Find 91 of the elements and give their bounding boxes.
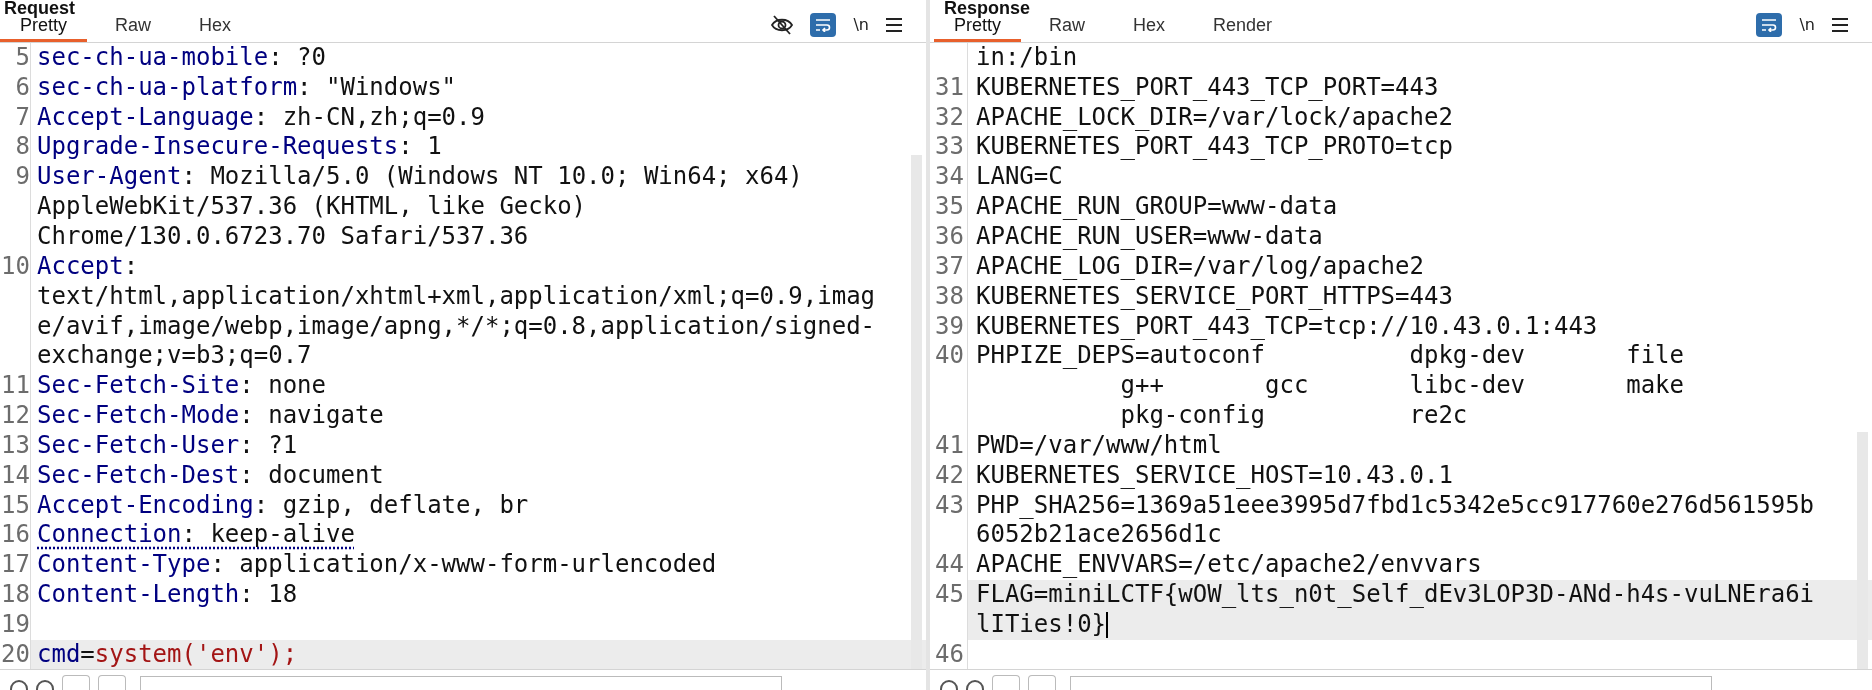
code-line: KUBERNETES_SERVICE_PORT_HTTPS=443 — [976, 281, 1453, 312]
tab[interactable]: Hex — [1113, 8, 1186, 42]
line-number: 34 — [935, 162, 964, 193]
code-line: KUBERNETES_PORT_443_TCP_PORT=443 — [976, 72, 1439, 103]
menu-icon[interactable] — [1832, 17, 1848, 32]
line-number: 18 — [1, 580, 30, 610]
code-line: AppleWebKit/537.36 (KHTML, like Gecko) — [37, 192, 587, 222]
line-number: 12 — [1, 401, 30, 431]
menu-icon[interactable] — [886, 17, 902, 32]
code-line: Accept: — [37, 251, 139, 282]
code-line: in:/bin — [976, 42, 1078, 73]
code-line: text/html,application/xhtml+xml,application/xml;q=0.9,imag — [37, 281, 876, 312]
line-number: 45 — [935, 580, 964, 610]
line-number: 6 — [15, 72, 30, 103]
code-line: LANG=C — [976, 162, 1063, 193]
code-line: Accept-Encoding: gzip, deflate, br — [37, 490, 529, 521]
tab[interactable]: Hex — [179, 8, 252, 42]
code-line: g++ gcc libc-dev make — [1119, 371, 1684, 402]
line-number: 44 — [935, 550, 964, 581]
code-line: KUBERNETES_PORT_443_TCP=tcp://10.43.0.1:443 — [976, 311, 1598, 342]
word-wrap-button[interactable] — [1756, 12, 1783, 37]
code-line: PHPIZE_DEPS=autoconf dpkg-dev file — [976, 341, 1684, 372]
line-number: 37 — [935, 251, 964, 282]
code-line: Sec-Fetch-User: ?1 — [37, 430, 298, 461]
line-number: 46 — [935, 639, 964, 670]
line-number: 5 — [15, 42, 30, 73]
line-number: 14 — [1, 460, 30, 491]
newline-toggle[interactable]: \n — [1799, 15, 1815, 35]
line-number: 8 — [15, 132, 30, 163]
code-line: lITies!0} — [976, 610, 1107, 640]
code-line: cmd=system('env'); — [37, 639, 298, 670]
text-cursor — [1106, 611, 1109, 638]
code-line: Content-Length: 18 — [37, 580, 298, 610]
line-number: 15 — [1, 490, 30, 521]
word-wrap-button[interactable] — [810, 12, 837, 37]
line-number: 11 — [1, 371, 30, 402]
scrollbar-thumb[interactable] — [1857, 431, 1868, 670]
code-line: User-Agent: Mozilla/5.0 (Windows NT 10.0; Win64; x64) — [37, 162, 803, 193]
line-number: 38 — [935, 281, 964, 312]
line-number: 16 — [1, 520, 30, 551]
line-number: 7 — [15, 102, 30, 133]
search-field[interactable] — [140, 676, 782, 690]
code-line: Chrome/130.0.6723.70 Safari/537.36 — [37, 222, 529, 252]
line-number: 31 — [935, 72, 964, 103]
line-number: 40 — [935, 341, 964, 372]
code-line: Content-Type: application/x-www-form-urlencoded — [37, 550, 717, 581]
code-line: Connection: keep-alive — [37, 520, 355, 551]
code-line: APACHE_RUN_USER=www-data — [976, 222, 1323, 252]
line-number: 35 — [935, 192, 964, 222]
newline-toggle[interactable]: \n — [853, 15, 869, 35]
code-line: APACHE_RUN_GROUP=www-data — [976, 192, 1338, 222]
line-number: 36 — [935, 222, 964, 252]
tab[interactable]: Raw — [1029, 8, 1106, 42]
code-line: PWD=/var/www/html — [976, 430, 1222, 461]
wrap-icon — [1761, 17, 1778, 32]
code-line: Sec-Fetch-Dest: document — [37, 460, 384, 491]
code-line: APACHE_LOCK_DIR=/var/lock/apache2 — [976, 102, 1453, 133]
tab[interactable]: Raw — [95, 8, 172, 42]
code-line: PHP_SHA256=1369a51eee3995d7fbd1c5342e5cc917760e276d561595b — [976, 490, 1815, 521]
code-line: e/avif,image/webp,image/apng,*/*;q=0.8,application/signed- — [37, 311, 876, 342]
wrap-icon — [815, 17, 832, 32]
line-number: 9 — [15, 162, 30, 193]
line-number: 32 — [935, 102, 964, 133]
code-line: Upgrade-Insecure-Requests: 1 — [37, 132, 442, 163]
code-line: Sec-Fetch-Site: none — [37, 371, 326, 402]
code-line: KUBERNETES_PORT_443_TCP_PROTO=tcp — [976, 132, 1453, 163]
line-number: 19 — [1, 610, 30, 640]
code-line: 6052b21ace2656d1c — [976, 520, 1222, 551]
code-line: KUBERNETES_SERVICE_HOST=10.43.0.1 — [976, 460, 1453, 491]
code-line: sec-ch-ua-mobile: ?0 — [37, 42, 326, 73]
line-number: 39 — [935, 311, 964, 342]
code-line: exchange;v=b3;q=0.7 — [37, 341, 312, 372]
line-number: 10 — [1, 251, 30, 282]
code-line: APACHE_ENVVARS=/etc/apache2/envvars — [976, 550, 1482, 581]
code-line: sec-ch-ua-platform: "Windows" — [37, 72, 457, 103]
line-number: 41 — [935, 430, 964, 461]
tab[interactable]: Render — [1193, 8, 1293, 42]
line-number: 13 — [1, 430, 30, 461]
line-number: 17 — [1, 550, 30, 581]
code-line: pkg-config re2c — [1119, 401, 1468, 431]
code-line: Accept-Language: zh-CN,zh;q=0.9 — [37, 102, 485, 133]
code-line: APACHE_LOG_DIR=/var/log/apache2 — [976, 251, 1424, 282]
line-number: 33 — [935, 132, 964, 163]
line-number: 42 — [935, 460, 964, 491]
eye-slash-icon[interactable] — [771, 14, 794, 35]
code-line: Sec-Fetch-Mode: navigate — [37, 401, 384, 431]
scrollbar-thumb[interactable] — [911, 154, 922, 670]
line-number: 20 — [1, 639, 30, 670]
code-line: FLAG=miniLCTF{wOW_lts_n0t_Self_dEv3LOP3D-ANd-h4s-vuLNEra6i — [976, 580, 1815, 610]
search-field[interactable] — [1070, 676, 1712, 690]
line-number: 43 — [935, 490, 964, 521]
